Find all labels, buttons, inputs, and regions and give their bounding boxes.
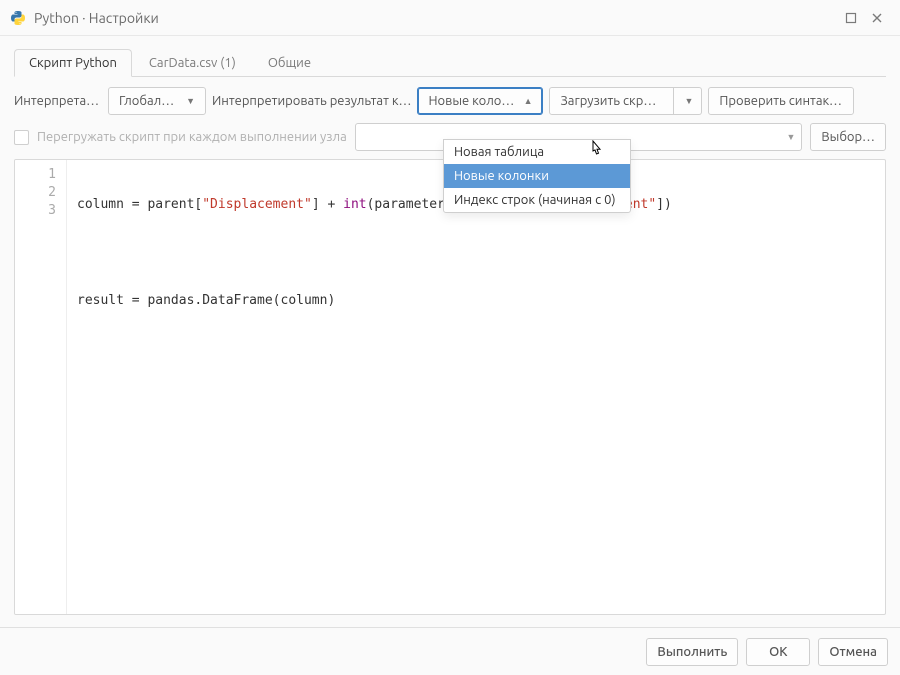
dropdown-item-label: Новые колонки — [454, 169, 549, 183]
code-editor[interactable]: 1 2 3 column = parent["Displacement"] + … — [14, 159, 886, 615]
reload-script-checkbox[interactable] — [14, 130, 29, 145]
tab-label: CarData.csv (1) — [149, 56, 236, 70]
dropdown-item-row-index[interactable]: Индекс строк (начиная с 0) — [444, 188, 630, 212]
chevron-down-icon: ▼ — [186, 96, 195, 106]
interpreter-value: Глобальн… — [119, 94, 178, 108]
line-number: 3 — [15, 202, 56, 220]
tab-script-python[interactable]: Скрипт Python — [14, 49, 132, 77]
maximize-button[interactable] — [838, 5, 864, 31]
tab-label: Общие — [268, 56, 311, 70]
cancel-button[interactable]: Отмена — [818, 638, 888, 666]
python-icon — [10, 10, 26, 26]
load-script-dropdown[interactable]: ▼ — [674, 87, 702, 115]
code-body: column = parent["Displacement"] + int(pa… — [67, 160, 682, 614]
dropdown-item-label: Индекс строк (начиная с 0) — [454, 193, 616, 207]
load-script-label: Загрузить скрип… — [560, 94, 663, 108]
chevron-down-icon: ▼ — [786, 132, 795, 142]
dropdown-item-label: Новая таблица — [454, 145, 544, 159]
ok-button[interactable]: OK — [746, 638, 810, 666]
settings-window: Python · Настройки Скрипт Python CarData… — [0, 0, 900, 675]
chevron-down-icon: ▼ — [684, 96, 693, 106]
line-number: 2 — [15, 184, 56, 202]
titlebar: Python · Настройки — [0, 0, 900, 36]
check-syntax-button[interactable]: Проверить синтакс… — [708, 87, 854, 115]
dialog-footer: Выполнить OK Отмена — [0, 627, 900, 675]
load-script-button[interactable]: Загрузить скрип… — [549, 87, 674, 115]
tab-cardata[interactable]: CarData.csv (1) — [134, 49, 251, 77]
check-syntax-label: Проверить синтакс… — [719, 94, 843, 108]
result-type-dropdown-popup: Новая таблица Новые колонки Индекс строк… — [443, 139, 631, 213]
choose-label: Выбор… — [821, 130, 875, 144]
toolbar: Интерпретат… Глобальн… ▼ Интерпретироват… — [14, 87, 886, 115]
window-title: Python · Настройки — [34, 10, 838, 26]
line-gutter: 1 2 3 — [15, 160, 67, 614]
close-button[interactable] — [864, 5, 890, 31]
button-label: OK — [769, 645, 787, 659]
line-number: 1 — [15, 166, 56, 184]
dropdown-item-new-table[interactable]: Новая таблица — [444, 140, 630, 164]
tab-bar: Скрипт Python CarData.csv (1) Общие — [14, 48, 886, 77]
choose-button[interactable]: Выбор… — [810, 123, 886, 151]
result-type-value: Новые колон… — [428, 94, 515, 108]
content-area: Скрипт Python CarData.csv (1) Общие Инте… — [0, 36, 900, 627]
interpreter-select[interactable]: Глобальн… ▼ — [108, 87, 206, 115]
dropdown-item-new-columns[interactable]: Новые колонки — [444, 164, 630, 188]
execute-button[interactable]: Выполнить — [646, 638, 738, 666]
button-label: Отмена — [829, 645, 877, 659]
interpret-result-label: Интерпретировать результат к… — [212, 94, 411, 108]
tab-label: Скрипт Python — [29, 56, 117, 70]
code-line: result = pandas.DataFrame(column) — [77, 292, 672, 310]
tab-general[interactable]: Общие — [253, 49, 326, 77]
button-label: Выполнить — [657, 645, 727, 659]
reload-script-label: Перегружать скрипт при каждом выполнении… — [37, 130, 347, 144]
interpreter-label: Интерпретат… — [14, 94, 102, 108]
chevron-up-icon: ▲ — [524, 96, 533, 106]
result-type-select[interactable]: Новые колон… ▲ — [417, 87, 543, 115]
code-line — [77, 244, 672, 262]
